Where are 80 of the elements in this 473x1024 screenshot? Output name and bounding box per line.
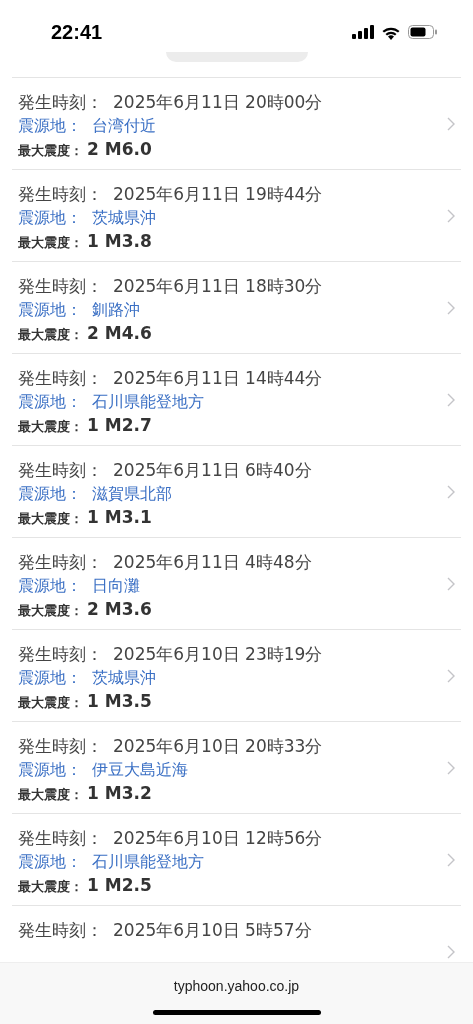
intensity-label: 最大震度：: [18, 694, 83, 712]
epicenter-value: 石川県能登地方: [92, 852, 204, 873]
chevron-right-icon: [447, 392, 455, 407]
time-label: 発生時刻：: [18, 91, 103, 114]
quake-item[interactable]: 発生時刻： 2025年6月11日 19時44分 震源地： 茨城県沖 最大震度： 1 M3.8: [12, 170, 461, 262]
url-text[interactable]: typhoon.yahoo.co.jp: [173, 978, 300, 994]
time-label: 発生時刻：: [18, 735, 103, 758]
intensity-value: 2 M3.6: [87, 599, 152, 619]
intensity-value: 1 M3.1: [87, 507, 152, 527]
time-label: 発生時刻：: [18, 551, 103, 574]
chevron-right-icon: [447, 484, 455, 499]
epicenter-value: 台湾付近: [92, 116, 156, 137]
time-value: 2025年6月10日 12時56分: [113, 827, 323, 850]
quake-item[interactable]: 発生時刻： 2025年6月10日 12時56分 震源地： 石川県能登地方 最大震度： 1 M2.5: [12, 814, 461, 906]
time-label: 発生時刻：: [18, 275, 103, 298]
time-value: 2025年6月11日 20時00分: [113, 91, 323, 114]
time-value: 2025年6月11日 18時30分: [113, 275, 323, 298]
quake-item[interactable]: 発生時刻： 2025年6月11日 6時40分 震源地： 滋賀県北部 最大震度： 1 M3.1: [12, 446, 461, 538]
epicenter-label: 震源地：: [18, 116, 82, 137]
intensity-label: 最大震度：: [18, 510, 83, 528]
epicenter-label: 震源地：: [18, 576, 82, 597]
epicenter-label: 震源地：: [18, 484, 82, 505]
signal-icon: [352, 25, 374, 39]
quake-item[interactable]: 発生時刻： 2025年6月11日 18時30分 震源地： 釧路沖 最大震度： 2 M4.6: [12, 262, 461, 354]
intensity-label: 最大震度：: [18, 418, 83, 436]
chevron-right-icon: [447, 852, 455, 867]
time-value: 2025年6月11日 6時40分: [113, 459, 312, 482]
chevron-right-icon: [447, 576, 455, 591]
chevron-right-icon: [447, 116, 455, 131]
time-value: 2025年6月11日 19時44分: [113, 183, 323, 206]
intensity-label: 最大震度：: [18, 234, 83, 252]
intensity-label: 最大震度：: [18, 878, 83, 896]
intensity-value: 1 M2.7: [87, 415, 152, 435]
intensity-value: 2 M4.6: [87, 323, 152, 343]
time-value: 2025年6月11日 14時44分: [113, 367, 323, 390]
quake-item[interactable]: 発生時刻： 2025年6月10日 5時57分: [12, 906, 461, 961]
epicenter-label: 震源地：: [18, 760, 82, 781]
time-value: 2025年6月10日 20時33分: [113, 735, 323, 758]
battery-icon: [408, 25, 437, 39]
intensity-label: 最大震度：: [18, 786, 83, 804]
epicenter-value: 日向灘: [92, 576, 140, 597]
epicenter-value: 滋賀県北部: [92, 484, 172, 505]
epicenter-value: 茨城県沖: [92, 208, 156, 229]
quake-item[interactable]: 発生時刻： 2025年6月10日 20時33分 震源地： 伊豆大島近海 最大震度： 1 M3.2: [12, 722, 461, 814]
epicenter-value: 石川県能登地方: [92, 392, 204, 413]
status-time: 22:41: [51, 20, 103, 44]
time-label: 発生時刻：: [18, 643, 103, 666]
chevron-right-icon: [447, 945, 455, 959]
epicenter-value: 釧路沖: [92, 300, 140, 321]
intensity-value: 1 M3.5: [87, 691, 152, 711]
quake-item[interactable]: 発生時刻： 2025年6月11日 4時48分 震源地： 日向灘 最大震度： 2 M3.6: [12, 538, 461, 630]
chevron-right-icon: [447, 760, 455, 775]
intensity-label: 最大震度：: [18, 326, 83, 344]
time-value: 2025年6月10日 23時19分: [113, 643, 323, 666]
epicenter-label: 震源地：: [18, 392, 82, 413]
time-label: 発生時刻：: [18, 919, 103, 942]
intensity-value: 2 M6.0: [87, 139, 152, 159]
intensity-value: 1 M2.5: [87, 875, 152, 895]
time-label: 発生時刻：: [18, 367, 103, 390]
intensity-value: 1 M3.8: [87, 231, 152, 251]
epicenter-label: 震源地：: [18, 300, 82, 321]
epicenter-label: 震源地：: [18, 668, 82, 689]
intensity-label: 最大震度：: [18, 142, 83, 160]
time-value: 2025年6月11日 4時48分: [113, 551, 312, 574]
epicenter-value: 茨城県沖: [92, 668, 156, 689]
time-value: 2025年6月10日 5時57分: [113, 919, 312, 942]
time-label: 発生時刻：: [18, 459, 103, 482]
epicenter-value: 伊豆大島近海: [92, 760, 188, 781]
chevron-right-icon: [447, 300, 455, 315]
time-label: 発生時刻：: [18, 827, 103, 850]
quake-item[interactable]: 発生時刻： 2025年6月10日 23時19分 震源地： 茨城県沖 最大震度： 1 M3.5: [12, 630, 461, 722]
intensity-label: 最大震度：: [18, 602, 83, 620]
time-label: 発生時刻：: [18, 183, 103, 206]
quake-item[interactable]: 発生時刻： 2025年6月11日 20時00分 震源地： 台湾付近 最大震度： 2 M6.0: [12, 78, 461, 170]
chevron-right-icon: [447, 208, 455, 223]
quake-item[interactable]: 発生時刻： 2025年6月11日 14時44分 震源地： 石川県能登地方 最大震度： 1 M2.7: [12, 354, 461, 446]
epicenter-label: 震源地：: [18, 208, 82, 229]
chevron-right-icon: [447, 668, 455, 683]
intensity-value: 1 M3.2: [87, 783, 152, 803]
epicenter-label: 震源地：: [18, 852, 82, 873]
